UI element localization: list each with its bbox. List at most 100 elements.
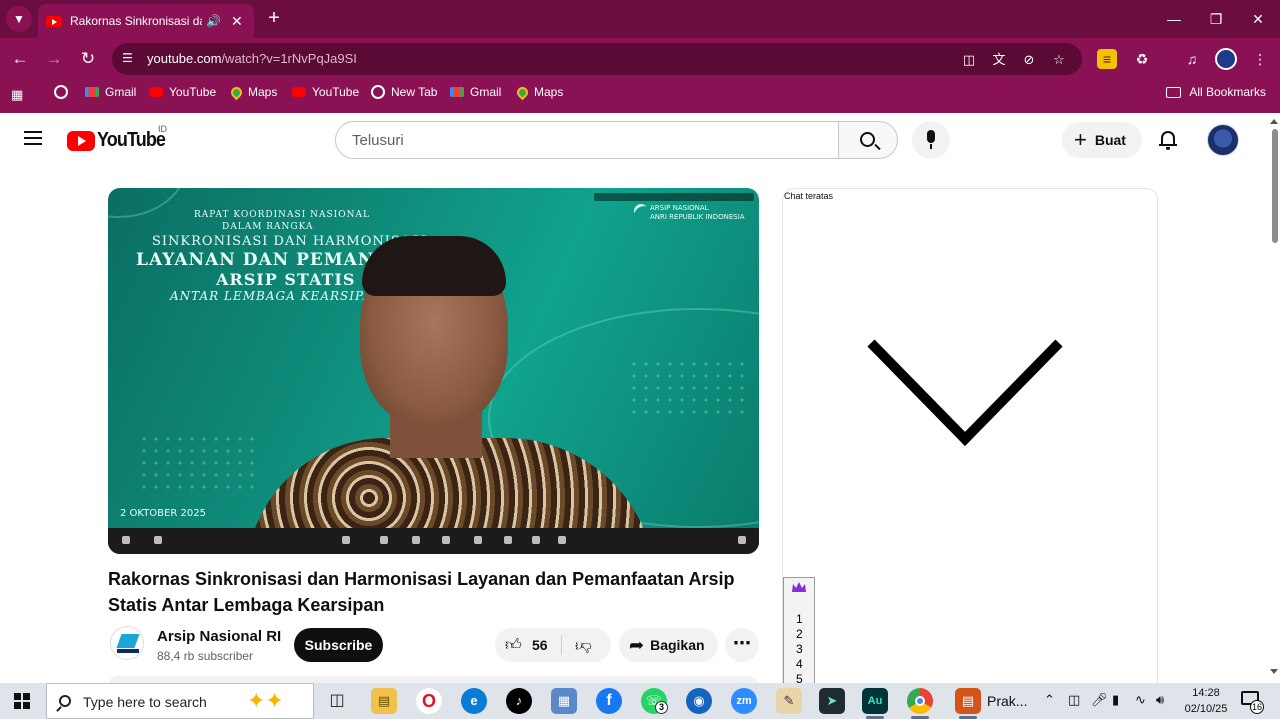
all-bookmarks-button[interactable]: All Bookmarks: [1166, 85, 1266, 99]
zoom-status-overlay: [594, 193, 754, 201]
app-icon-2[interactable]: ◉: [686, 688, 712, 714]
task-view-icon[interactable]: ◫: [324, 688, 350, 714]
scroll-down-arrow-icon[interactable]: [1270, 669, 1278, 674]
maximize-button[interactable]: ❐: [1196, 6, 1236, 32]
search-input[interactable]: [335, 121, 839, 159]
guide-menu-icon[interactable]: [24, 131, 42, 145]
bookmark-star-icon[interactable]: ☆: [1050, 51, 1068, 69]
minimize-button[interactable]: —: [1154, 6, 1194, 32]
tray-battery-icon[interactable]: ▮: [1112, 692, 1119, 708]
bookmark-gmail-2[interactable]: Gmail: [450, 85, 501, 99]
bookmark-globe[interactable]: [54, 85, 74, 99]
tray-chevron-up-icon[interactable]: ⌃: [1044, 692, 1055, 708]
extension-icon[interactable]: ≡: [1097, 49, 1117, 69]
tab-search-button[interactable]: ▼: [6, 6, 32, 32]
url-text[interactable]: youtube.com/watch?v=1rNvPqJa9SI: [147, 51, 357, 66]
chat-side-list: 1 2 3 4 5: [783, 577, 815, 689]
anri-logo-icon: [631, 201, 651, 221]
app-icon[interactable]: ▦: [551, 688, 577, 714]
reload-button[interactable]: ↻: [76, 47, 100, 71]
opera-icon[interactable]: O: [416, 688, 442, 714]
like-thumb-up-icon[interactable]: 👍︎: [505, 636, 522, 655]
search-icon: [59, 695, 71, 707]
site-info-icon[interactable]: ☰: [122, 51, 138, 67]
gmail-icon: [85, 87, 99, 97]
browser-menu-icon[interactable]: ⋮: [1249, 48, 1271, 70]
channel-name[interactable]: Arsip Nasional RI: [157, 628, 281, 645]
install-app-icon[interactable]: ◫: [960, 51, 978, 69]
bookmark-gmail[interactable]: Gmail: [85, 85, 136, 99]
bookmark-youtube[interactable]: YouTube: [149, 85, 216, 99]
voice-search-button[interactable]: [912, 121, 950, 159]
close-tab-icon[interactable]: ✕: [231, 13, 243, 30]
bookmarks-bar: ▦ Gmail YouTube Maps YouTube New Tab Gma…: [0, 80, 1280, 108]
tracking-eye-off-icon[interactable]: ⊘: [1020, 51, 1038, 69]
search-button[interactable]: [838, 121, 898, 159]
extensions-puzzle-icon[interactable]: ♻: [1131, 48, 1153, 70]
new-tab-button[interactable]: +: [262, 6, 286, 30]
media-control-icon[interactable]: ♫: [1181, 48, 1203, 70]
globe-icon: [371, 85, 385, 99]
overlay-line-2: DALAM RANGKA: [222, 222, 314, 232]
bookmark-label: Maps: [248, 85, 278, 99]
tray-app-icon[interactable]: ◫: [1068, 692, 1080, 708]
chevron-down-icon[interactable]: [867, 339, 1063, 449]
maps-icon: [514, 84, 531, 100]
zoom-icon[interactable]: zm: [731, 688, 757, 714]
dislike-thumb-down-icon[interactable]: 👍︎: [575, 636, 592, 655]
plus-icon: +: [1074, 127, 1087, 152]
youtube-logo[interactable]: YouTube ID: [67, 124, 173, 152]
whatsapp-icon[interactable]: ☏ 3: [641, 688, 668, 714]
like-count[interactable]: 56: [532, 637, 548, 653]
tray-wifi-icon[interactable]: ∿: [1135, 692, 1146, 708]
forward-button[interactable]: →: [42, 47, 66, 71]
taskbar-search-box[interactable]: Type here to search ✦✦: [46, 683, 314, 719]
create-button[interactable]: + Buat: [1062, 122, 1142, 158]
bookmark-youtube-2[interactable]: YouTube: [292, 85, 359, 99]
scroll-up-arrow-icon[interactable]: [1270, 119, 1278, 124]
translate-icon[interactable]: 文: [990, 51, 1008, 69]
more-actions-button[interactable]: ⋯: [725, 628, 759, 662]
share-button[interactable]: ➦ Bagikan: [619, 628, 718, 662]
anri-logo: ARSIP NASIONAL ANRI REPUBLIK INDONESIA: [631, 201, 745, 222]
channel-avatar[interactable]: [110, 626, 144, 660]
presentation-window-label[interactable]: Prak...: [987, 693, 1027, 709]
microphone-icon: [927, 130, 935, 143]
pen-tool-icon[interactable]: ✎: [776, 688, 802, 714]
window-close-button[interactable]: ✕: [1238, 6, 1278, 32]
bookmark-maps[interactable]: Maps: [228, 84, 278, 100]
chrome-icon[interactable]: [907, 688, 933, 719]
video-player[interactable]: ARSIP NASIONAL ANRI REPUBLIK INDONESIA R…: [108, 188, 759, 554]
edge-icon[interactable]: e: [461, 688, 487, 714]
taskbar-clock[interactable]: 14:28 02/10/25: [1180, 685, 1232, 717]
windows-start-icon[interactable]: [14, 693, 30, 709]
back-button[interactable]: ←: [8, 47, 32, 71]
side-number: 1: [796, 612, 803, 626]
chat-mode-label[interactable]: Chat teratas: [784, 191, 833, 201]
account-avatar[interactable]: [1207, 124, 1239, 156]
overlay-line-1: RAPAT KOORDINASI NASIONAL: [194, 210, 370, 220]
file-explorer-icon[interactable]: ▤: [371, 688, 397, 714]
logo-line-1: ARSIP NASIONAL: [650, 204, 709, 212]
youtube-icon: [149, 87, 163, 97]
facebook-icon[interactable]: f: [596, 688, 622, 714]
notifications-bell-icon[interactable]: [1158, 129, 1178, 151]
app-icon-3[interactable]: ➤: [819, 688, 845, 714]
active-tab[interactable]: Rakornas Sinkronisasi dan H 🔊 ✕: [38, 4, 254, 38]
page-scrollbar[interactable]: [1268, 113, 1280, 683]
speaker-icon[interactable]: 🔊: [206, 14, 221, 28]
tiktok-icon[interactable]: ♪: [506, 688, 532, 714]
apps-grid-icon[interactable]: ▦: [11, 88, 25, 102]
presentation-app-icon[interactable]: ▤: [955, 688, 981, 719]
scrollbar-thumb[interactable]: [1272, 129, 1278, 243]
tray-microphone-icon[interactable]: 🎤︎: [1091, 692, 1108, 708]
tray-volume-icon[interactable]: 🔊︎: [1156, 692, 1164, 708]
address-bar[interactable]: ☰ youtube.com/watch?v=1rNvPqJa9SI ◫ 文 ⊘ …: [112, 43, 1082, 75]
speaker-hair: [362, 236, 506, 296]
audition-icon[interactable]: Au: [862, 688, 888, 719]
browser-profile-avatar[interactable]: [1215, 48, 1237, 70]
bookmark-new-tab[interactable]: New Tab: [371, 85, 437, 99]
subscribe-button[interactable]: Subscribe: [294, 628, 383, 662]
bookmark-maps-2[interactable]: Maps: [514, 84, 563, 100]
youtube-logo-text: YouTube: [97, 129, 166, 151]
